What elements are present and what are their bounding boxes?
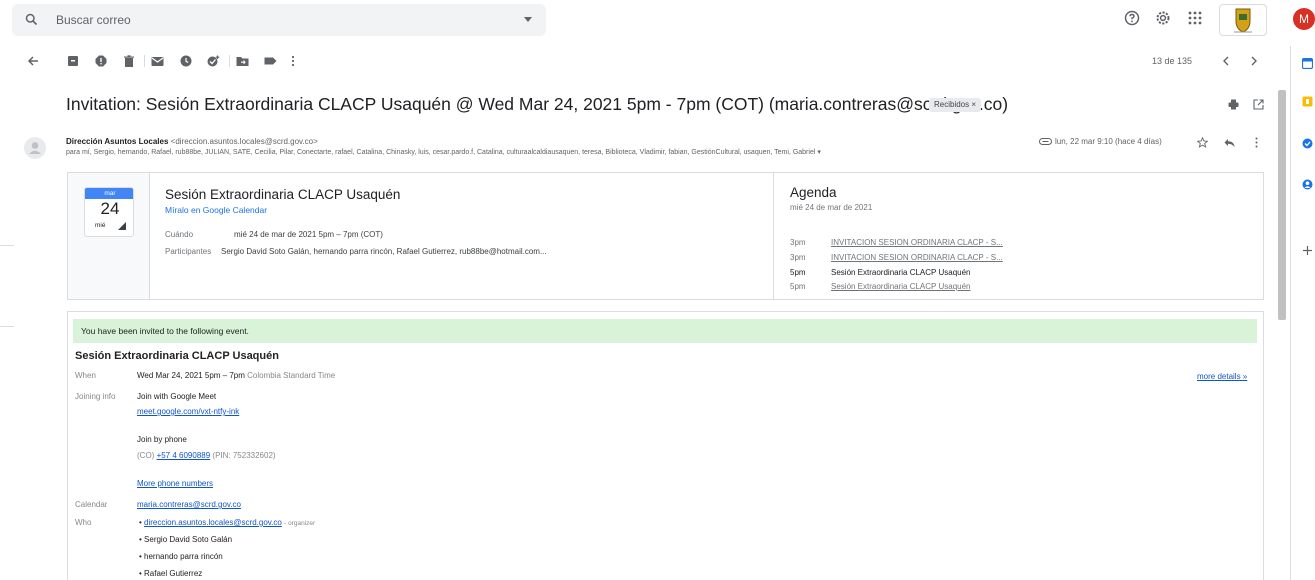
body-event-title: Sesión Extraordinaria CLACP Usaquén [75, 350, 279, 362]
settings-icon[interactable] [1155, 10, 1171, 26]
page-fold-icon [118, 222, 126, 230]
tasks-app-icon[interactable] [1302, 138, 1313, 149]
message-subject: Invitation: Sesión Extraordinaria CLACP … [66, 94, 1009, 114]
agenda-time: 3pm [790, 238, 806, 247]
snooze-icon[interactable] [180, 55, 192, 67]
agenda-item[interactable]: Sesión Extraordinaria CLACP Usaquén [831, 282, 970, 291]
join-phone-text: Join by phone [137, 435, 187, 444]
phone-prefix: (CO) [137, 451, 155, 460]
when-value: mié 24 de mar de 2021 5pm – 7pm (COT) [234, 230, 383, 239]
account-avatar[interactable]: M [1293, 8, 1315, 30]
toolbar-divider [229, 55, 230, 67]
mark-unread-icon[interactable] [151, 55, 164, 67]
more-actions-icon[interactable] [1255, 137, 1258, 148]
search-icon[interactable] [24, 12, 39, 27]
attachment-icon [1039, 138, 1052, 145]
participants-value[interactable]: Sergio David Soto Galán, hernando parra … [221, 247, 547, 256]
newer-chevron-icon[interactable] [1222, 55, 1230, 67]
divider [0, 326, 14, 327]
attendee-name: Sergio David Soto Galán [144, 535, 233, 544]
search-box[interactable]: Buscar correo [12, 4, 546, 36]
delete-icon[interactable] [123, 55, 135, 67]
agenda-title: Agenda [790, 185, 837, 200]
side-panel [1290, 46, 1315, 580]
phone-line: (CO) +57 4 6090889 (PIN: 752332602) [137, 451, 276, 460]
calendar-label: Calendar [75, 500, 108, 509]
agenda-time: 5pm [790, 282, 806, 291]
open-new-window-icon[interactable] [1253, 99, 1264, 110]
help-icon[interactable] [1124, 10, 1140, 26]
agenda-time: 3pm [790, 253, 806, 262]
bogota-shield-logo[interactable] [1219, 4, 1267, 36]
sender-email: <direccion.asuntos.locales@scrd.gov.co> [170, 137, 318, 146]
attendee-item: • Rafael Gutierrez [139, 569, 203, 578]
cal-dow: mié [95, 222, 106, 229]
view-in-calendar-link[interactable]: Míralo en Google Calendar [165, 205, 267, 215]
attendee-name: hernando parra rincón [144, 552, 223, 561]
when-timezone: Colombia Standard Time [247, 371, 336, 380]
attendee-item: • Sergio David Soto Galán [139, 535, 233, 544]
invitation-card: mar 24 mié Sesión Extraordinaria CLACP U… [67, 172, 1264, 300]
pager-count: 13 de 135 [1152, 56, 1193, 66]
report-spam-icon[interactable] [95, 55, 107, 67]
when-time: Wed Mar 24, 2021 5pm – 7pm [137, 371, 245, 380]
calendar-date-panel: mar 24 mié [68, 173, 150, 299]
star-icon[interactable] [1197, 137, 1208, 148]
joining-info-label: Joining info [75, 392, 116, 401]
sender-name[interactable]: Dirección Asuntos Locales [66, 137, 168, 146]
attendee-item: • direccion.asuntos.locales@scrd.gov.co … [139, 518, 316, 527]
when-value: Wed Mar 24, 2021 5pm – 7pm Colombia Stan… [137, 371, 335, 380]
event-title: Sesión Extraordinaria CLACP Usaquén [165, 187, 401, 202]
when-label: When [75, 371, 96, 380]
more-phone-numbers-link[interactable]: More phone numbers [137, 479, 213, 488]
invite-banner: You have been invited to the following e… [73, 319, 1257, 343]
agenda-item[interactable]: INVITACION SESION ORDINARIA CLACP - S... [831, 253, 1003, 262]
agenda-time: 5pm [790, 268, 806, 277]
calendar-date-icon: mar 24 mié [84, 187, 134, 237]
agenda-panel: Agenda mié 24 de mar de 2021 3pm INVITAC… [773, 173, 1264, 299]
phone-number-link[interactable]: +57 4 6090889 [157, 451, 211, 460]
organizer-note: - organizer [284, 520, 316, 527]
toolbar-divider [144, 55, 145, 67]
calendar-app-icon[interactable] [1302, 58, 1313, 69]
search-options-icon[interactable] [524, 17, 532, 23]
print-icon[interactable] [1228, 99, 1239, 110]
move-to-icon[interactable] [236, 55, 249, 67]
calendar-email-link[interactable]: maria.contreras@scrd.gov.co [137, 500, 241, 509]
add-task-icon[interactable] [207, 55, 220, 67]
contacts-app-icon[interactable] [1302, 179, 1313, 190]
archive-icon[interactable] [67, 55, 79, 67]
more-details-link[interactable]: more details » [1197, 372, 1247, 381]
participants-label: Participantes [165, 247, 212, 256]
cal-month: mar [85, 188, 133, 199]
recipients-list[interactable]: para mí, Sergio, hernando, Rafael, rub88… [66, 148, 1056, 156]
add-addon-icon[interactable] [1302, 245, 1313, 256]
divider [0, 245, 14, 246]
scrollbar-thumb[interactable] [1278, 90, 1286, 320]
when-label: Cuándo [165, 230, 194, 239]
label-icon[interactable] [264, 55, 277, 67]
organizer-email-link[interactable]: direccion.asuntos.locales@scrd.gov.co [144, 518, 282, 527]
attendee-name: Rafael Gutierrez [144, 569, 203, 578]
join-meet-text: Join with Google Meet [137, 392, 217, 401]
attendee-item: • hernando parra rincón [139, 552, 223, 561]
agenda-item[interactable]: INVITACION SESION ORDINARIA CLACP - S... [831, 238, 1003, 247]
inbox-label-chip[interactable]: Recibidos × [929, 98, 982, 112]
sender-avatar [24, 137, 46, 159]
keep-app-icon[interactable] [1302, 96, 1313, 107]
agenda-date: mié 24 de mar de 2021 [790, 203, 873, 212]
back-arrow-icon[interactable] [27, 55, 39, 67]
message-date: lun, 22 mar 9:10 (hace 4 días) [1055, 137, 1162, 146]
search-input[interactable]: Buscar correo [56, 13, 131, 27]
sender-line: Dirección Asuntos Locales <direccion.asu… [66, 137, 318, 146]
agenda-item-current: Sesión Extraordinaria CLACP Usaquén [831, 268, 971, 277]
cal-day: 24 [100, 199, 120, 218]
older-chevron-icon[interactable] [1250, 55, 1258, 67]
more-icon[interactable] [291, 55, 295, 67]
phone-pin: (PIN: 752332602) [212, 451, 276, 460]
meet-link[interactable]: meet.google.com/vxt-ntfy-ink [137, 407, 239, 416]
who-label: Who [75, 518, 92, 527]
apps-icon[interactable] [1187, 10, 1203, 26]
reply-icon[interactable] [1224, 138, 1235, 148]
